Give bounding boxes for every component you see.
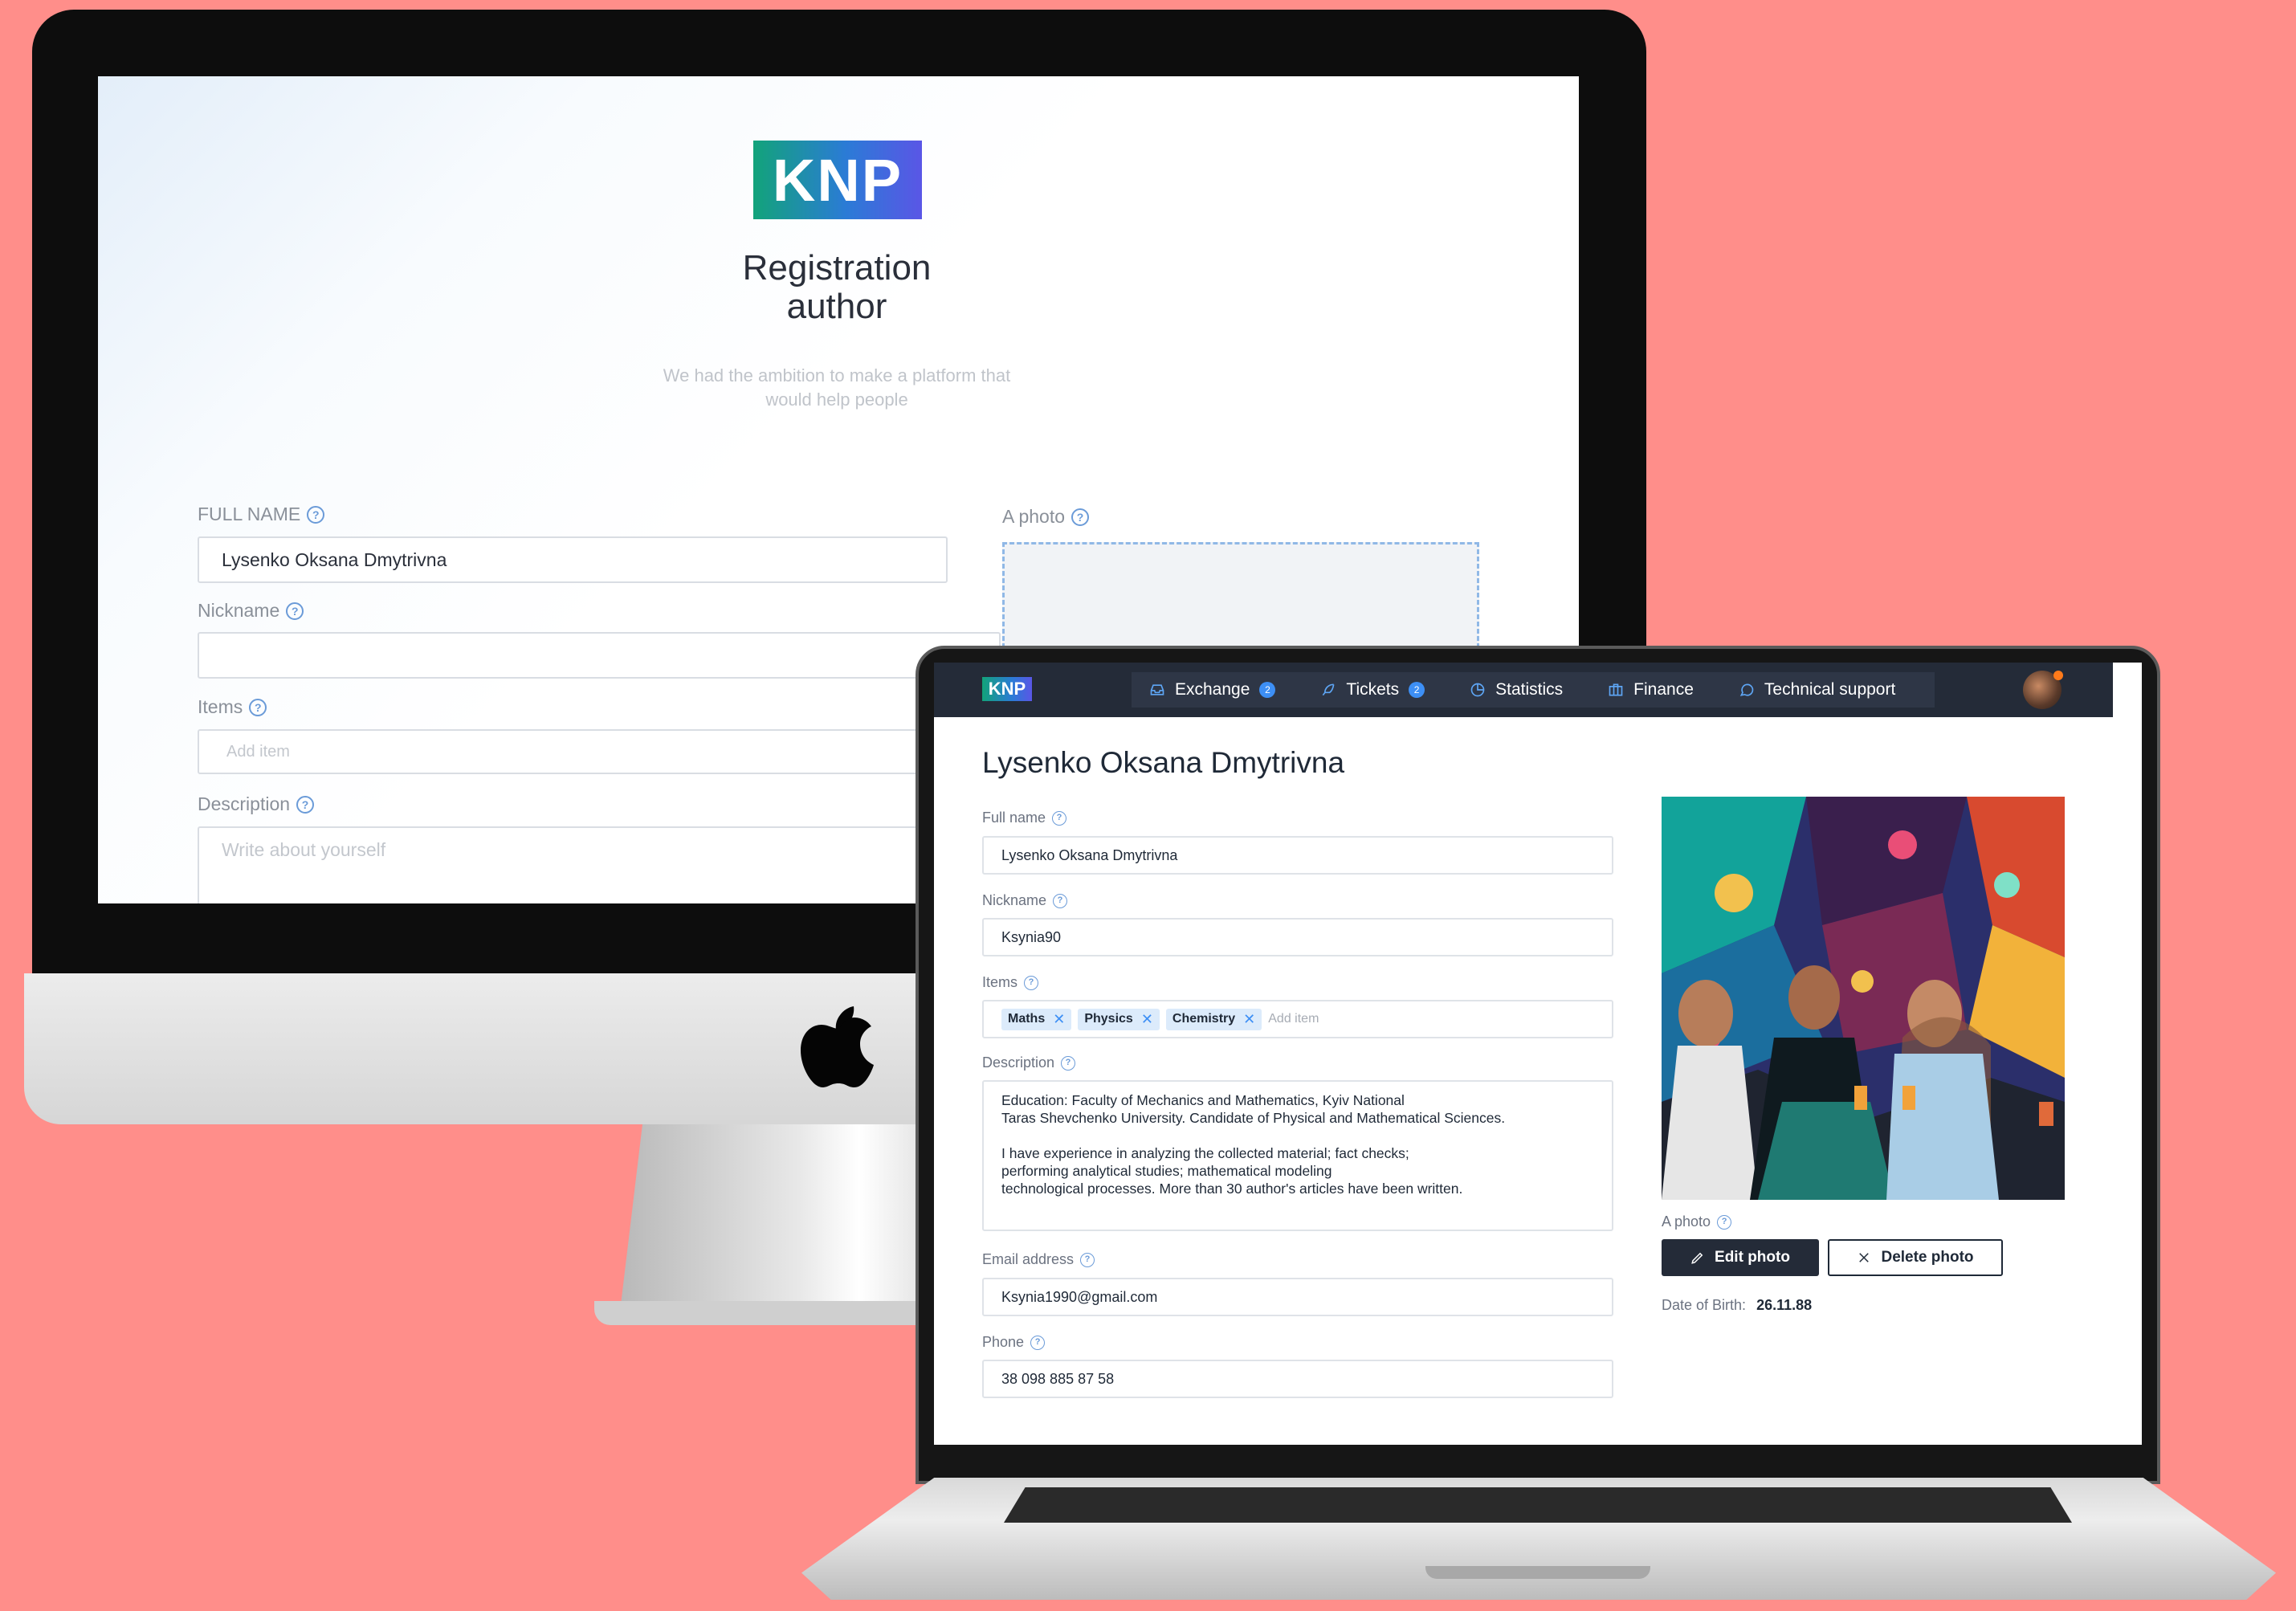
nickname-field[interactable]: Ksynia90 <box>982 918 1613 956</box>
full-name-field[interactable]: Lysenko Oksana Dmytrivna <box>198 536 948 583</box>
items-label: Items ? <box>198 696 267 718</box>
nav-item-label: Finance <box>1633 680 1694 699</box>
notification-dot <box>2053 671 2063 680</box>
button-label: Edit photo <box>1715 1249 1790 1266</box>
nickname-label: Nickname ? <box>198 600 304 622</box>
count-badge: 2 <box>1409 682 1425 698</box>
help-icon[interactable]: ? <box>1024 975 1039 990</box>
top-navbar: KNP Exchange 2 Tickets 2 Statistics Fina… <box>934 663 2113 717</box>
inbox-icon <box>1150 684 1164 695</box>
page-title: Lysenko Oksana Dmytrivna <box>982 746 1345 779</box>
knp-logo[interactable]: KNP <box>982 677 1032 701</box>
help-icon[interactable]: ? <box>1061 1055 1076 1071</box>
photo-dropzone[interactable] <box>1002 542 1479 663</box>
nav-item-statistics[interactable]: Statistics <box>1470 680 1563 699</box>
chip-label: Physics <box>1084 1012 1133 1026</box>
help-icon[interactable]: ? <box>1052 810 1067 826</box>
nav-item-exchange[interactable]: Exchange 2 <box>1149 680 1276 699</box>
items-field[interactable]: Maths ✕ Physics ✕ Chemistry ✕ Add item <box>982 1000 1613 1038</box>
profile-photo <box>1662 797 2065 1200</box>
description-field[interactable]: Education: Faculty of Mechanics and Math… <box>982 1080 1613 1231</box>
laptop-keyboard <box>1004 1487 2072 1523</box>
help-icon[interactable]: ? <box>249 698 267 716</box>
close-icon <box>1859 1253 1870 1262</box>
nav-item-technical-support[interactable]: Technical support <box>1739 680 1895 699</box>
item-chip: Physics ✕ <box>1078 1008 1160 1030</box>
item-chip: Maths ✕ <box>1001 1008 1072 1030</box>
help-icon[interactable]: ? <box>1080 1252 1095 1267</box>
chip-label: Chemistry <box>1172 1012 1236 1026</box>
items-label: Items ? <box>982 974 1039 991</box>
items-field[interactable]: Add item <box>198 729 1001 774</box>
registration-title: Registration author <box>742 248 932 326</box>
help-icon[interactable]: ? <box>1071 508 1090 526</box>
description-label: Description ? <box>198 793 315 815</box>
full-name-label: Full name ? <box>982 810 1067 826</box>
knp-logo: KNP <box>753 141 922 219</box>
chip-label: Maths <box>1008 1012 1046 1026</box>
message-circle-icon <box>1739 683 1754 696</box>
phone-label: Phone ? <box>982 1334 1046 1351</box>
delete-photo-button[interactable]: Delete photo <box>1828 1239 2003 1276</box>
photo-label: A photo ? <box>1662 1213 1732 1230</box>
nav-menu: Exchange 2 Tickets 2 Statistics Finance … <box>1132 672 1935 708</box>
edit-photo-button[interactable]: Edit photo <box>1662 1239 1819 1276</box>
registration-subtitle: We had the ambition to make a platform t… <box>663 365 1011 410</box>
item-chip: Chemistry ✕ <box>1165 1008 1262 1030</box>
photo-label: A photo ? <box>1002 506 1090 528</box>
help-icon[interactable]: ? <box>286 602 304 620</box>
date-of-birth: Date of Birth: 26.11.88 <box>1662 1297 1812 1314</box>
email-field[interactable]: Ksynia1990@gmail.com <box>982 1278 1613 1316</box>
laptop-screen: KNP Exchange 2 Tickets 2 Statistics Fina… <box>934 663 2142 1445</box>
nav-item-tickets[interactable]: Tickets 2 <box>1320 680 1425 699</box>
full-name-label: FULL NAME ? <box>198 504 325 525</box>
add-item-placeholder[interactable]: Add item <box>1268 1012 1319 1026</box>
help-icon[interactable]: ? <box>1053 893 1068 908</box>
nav-item-finance[interactable]: Finance <box>1608 680 1694 699</box>
nav-item-label: Technical support <box>1764 680 1896 699</box>
feather-icon <box>1323 683 1335 696</box>
pie-chart-icon <box>1470 683 1485 697</box>
email-label: Email address ? <box>982 1251 1095 1268</box>
close-icon[interactable]: ✕ <box>1053 1011 1065 1028</box>
button-label: Delete photo <box>1881 1249 1974 1266</box>
full-name-field[interactable]: Lysenko Oksana Dmytrivna <box>982 836 1613 875</box>
help-icon[interactable]: ? <box>1030 1335 1046 1350</box>
close-icon[interactable]: ✕ <box>1243 1011 1255 1028</box>
description-field[interactable]: Write about yourself <box>198 826 1001 903</box>
apple-logo-icon <box>801 1006 874 1087</box>
nickname-field[interactable] <box>198 632 1001 679</box>
dob-value: 26.11.88 <box>1756 1297 1813 1313</box>
phone-field[interactable]: 38 098 885 87 58 <box>982 1360 1613 1398</box>
help-icon[interactable]: ? <box>296 795 315 814</box>
briefcase-icon <box>1609 683 1623 696</box>
dob-label: Date of Birth: <box>1662 1297 1747 1313</box>
nav-item-label: Statistics <box>1495 680 1564 699</box>
nickname-label: Nickname ? <box>982 892 1068 909</box>
pencil-icon <box>1691 1252 1703 1264</box>
close-icon[interactable]: ✕ <box>1141 1011 1153 1028</box>
laptop-notch <box>1425 1566 1650 1579</box>
help-icon[interactable]: ? <box>1717 1214 1732 1230</box>
help-icon[interactable]: ? <box>307 505 325 524</box>
count-badge: 2 <box>1259 682 1276 698</box>
description-label: Description ? <box>982 1054 1076 1071</box>
nav-item-label: Tickets <box>1346 680 1400 699</box>
nav-item-label: Exchange <box>1175 680 1250 699</box>
